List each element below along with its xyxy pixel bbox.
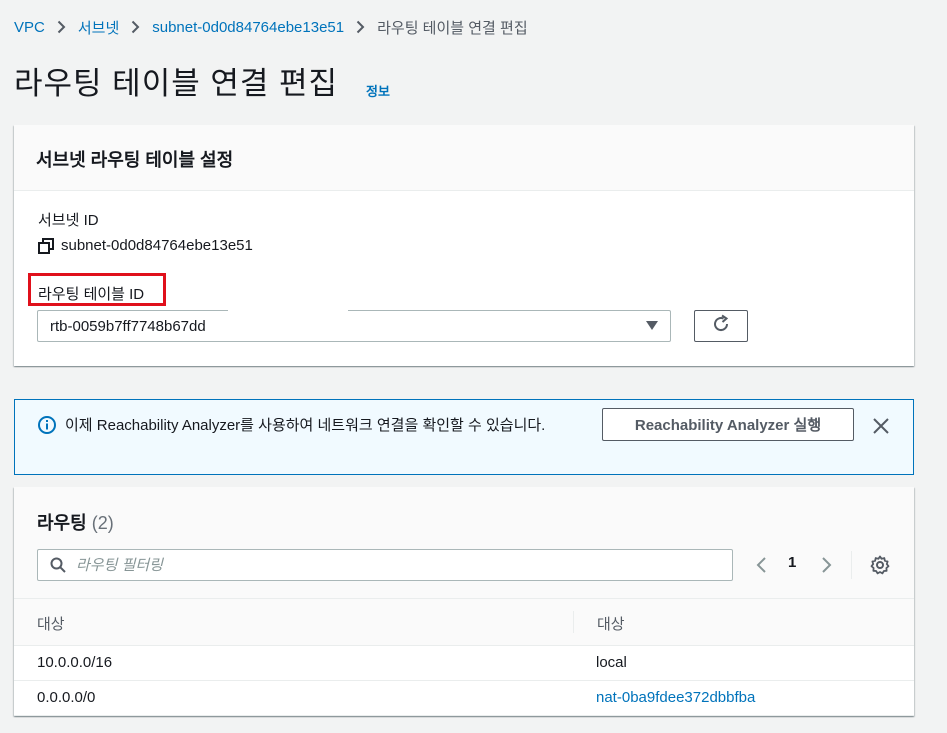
info-link[interactable]: 정보	[366, 81, 390, 100]
refresh-icon	[711, 314, 731, 339]
select-overlay-mask	[228, 306, 348, 312]
close-icon[interactable]	[871, 416, 891, 436]
breadcrumb-subnets[interactable]: 서브넷	[78, 17, 119, 38]
routes-title: 라우팅 (2)	[37, 509, 114, 535]
route-destination: 0.0.0.0/0	[37, 689, 96, 706]
chevron-right-icon	[57, 20, 66, 34]
routes-title-text: 라우팅	[37, 513, 87, 533]
route-table-id-label: 라우팅 테이블 ID	[38, 286, 145, 303]
breadcrumb-vpc[interactable]: VPC	[14, 19, 45, 36]
route-table-select[interactable]: rtb-0059b7ff7748b67dd	[37, 310, 671, 342]
chevron-left-icon[interactable]	[754, 556, 768, 574]
chevron-right-icon	[356, 20, 365, 34]
breadcrumb-current: 라우팅 테이블 연결 편집	[377, 19, 528, 37]
gear-icon[interactable]	[870, 555, 890, 575]
table-header: 대상 대상	[14, 598, 914, 646]
info-icon	[38, 416, 56, 434]
chevron-right-icon	[131, 20, 140, 34]
divider	[851, 551, 852, 579]
breadcrumb: VPC 서브넷 subnet-0d0d84764ebe13e51 라우팅 테이블…	[14, 16, 528, 38]
route-target-link[interactable]: nat-0ba9fdee372dbbfba	[596, 689, 755, 706]
info-alert: 이제 Reachability Analyzer를 사용하여 네트워크 연결을 …	[14, 399, 914, 475]
subnet-route-table-settings-panel: 서브넷 라우팅 테이블 설정 서브넷 ID subnet-0d0d84764eb…	[14, 125, 914, 366]
caret-down-icon	[646, 318, 658, 335]
reachability-analyzer-button[interactable]: Reachability Analyzer 실행	[602, 408, 854, 441]
subnet-id-label: 서브넷 ID	[38, 212, 99, 229]
chevron-right-icon[interactable]	[820, 556, 834, 574]
route-filter-input[interactable]	[76, 556, 676, 574]
breadcrumb-subnet-id[interactable]: subnet-0d0d84764ebe13e51	[152, 19, 344, 36]
route-filter-field[interactable]	[37, 549, 733, 581]
refresh-button[interactable]	[694, 310, 748, 342]
subnet-id-value: subnet-0d0d84764ebe13e51	[38, 237, 253, 254]
routes-panel: 라우팅 (2) 1 대상 대상 10.0.0.0/16 local 0.0.0	[14, 487, 914, 716]
column-header-target[interactable]: 대상	[597, 613, 625, 634]
alert-message: 이제 Reachability Analyzer를 사용하여 네트워크 연결을 …	[65, 417, 546, 434]
copy-icon[interactable]	[38, 237, 54, 254]
route-target: local	[596, 654, 627, 671]
routes-header	[14, 487, 914, 598]
table-row: 0.0.0.0/0 nat-0ba9fdee372dbbfba	[14, 681, 914, 716]
column-header-destination[interactable]: 대상	[37, 613, 65, 634]
search-icon	[50, 557, 66, 573]
routes-count: (2)	[91, 513, 114, 533]
route-table-selected-value: rtb-0059b7ff7748b67dd	[50, 317, 206, 335]
page-number[interactable]: 1	[788, 554, 796, 571]
table-row: 10.0.0.0/16 local	[14, 646, 914, 681]
route-destination: 10.0.0.0/16	[37, 654, 113, 671]
column-divider[interactable]	[573, 611, 574, 633]
panel-header: 서브넷 라우팅 테이블 설정	[14, 125, 914, 191]
subnet-id-text: subnet-0d0d84764ebe13e51	[61, 237, 253, 254]
page-title: 라우팅 테이블 연결 편집	[14, 66, 339, 101]
